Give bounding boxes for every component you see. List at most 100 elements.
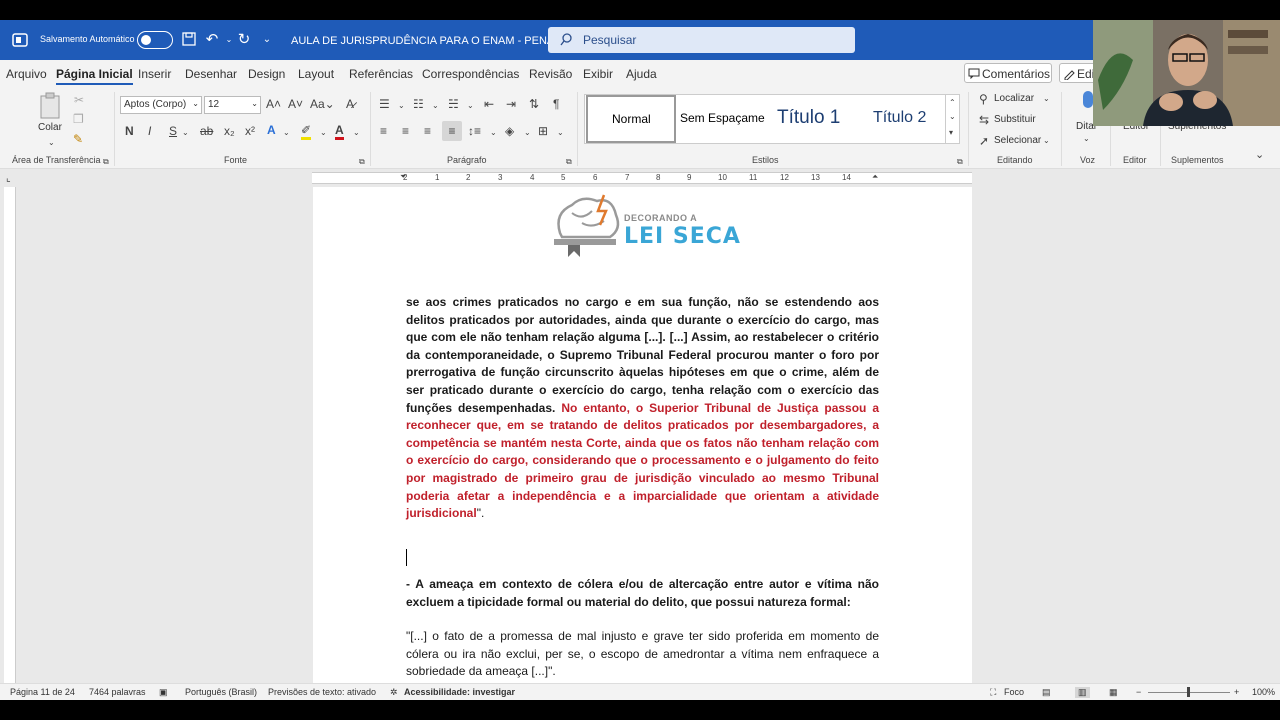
word-app-icon[interactable] xyxy=(12,32,28,48)
bullets-icon[interactable]: ☰ xyxy=(379,97,390,111)
text-predictions-status[interactable]: Previsões de texto: ativado xyxy=(268,687,376,697)
zoom-level[interactable]: 100% xyxy=(1252,687,1275,697)
cut-icon[interactable]: ✂ xyxy=(74,93,84,107)
shrink-font-icon[interactable]: A˅ xyxy=(288,97,303,111)
language-status[interactable]: Português (Brasil) xyxy=(185,687,257,697)
redo-icon[interactable]: ↻ xyxy=(235,31,253,49)
customize-toolbar-icon[interactable]: ⌄ xyxy=(258,31,276,49)
strikethrough-icon[interactable]: ab xyxy=(200,124,213,138)
borders-icon[interactable]: ⊞ xyxy=(538,124,548,138)
grow-font-icon[interactable]: A˄ xyxy=(266,97,281,111)
tab-arquivo[interactable]: Arquivo xyxy=(6,67,47,81)
paragraph-quote[interactable]: "[...] o fato de a promessa de mal injus… xyxy=(406,628,879,681)
tab-referencias[interactable]: Referências xyxy=(349,67,413,81)
save-icon[interactable] xyxy=(180,31,198,49)
highlight-icon[interactable]: ✐ xyxy=(301,123,312,140)
zoom-slider-thumb[interactable] xyxy=(1187,687,1190,697)
superscript-icon[interactable]: x² xyxy=(245,124,255,138)
right-indent-marker-icon[interactable]: ⏶ xyxy=(872,170,878,184)
subscript-icon[interactable]: x₂ xyxy=(224,124,235,138)
expand-gallery-icon[interactable]: ▾ xyxy=(949,126,953,140)
chevron-up-icon[interactable]: ⌃ xyxy=(949,96,956,110)
print-layout-icon[interactable]: ▥ xyxy=(1075,687,1090,698)
font-color-dropdown-icon[interactable]: ⌄ xyxy=(353,126,360,140)
style-heading2[interactable]: Título 2 xyxy=(861,95,945,143)
collapse-ribbon-icon[interactable]: ⌄ xyxy=(1255,148,1264,162)
multilevel-dropdown-icon[interactable]: ⌄ xyxy=(467,99,474,113)
change-case-icon[interactable]: Aa⌄ xyxy=(310,97,335,111)
tab-layout[interactable]: Layout xyxy=(298,67,334,81)
zoom-in-icon[interactable]: + xyxy=(1234,687,1239,697)
multilevel-list-icon[interactable]: ☵ xyxy=(448,97,459,111)
page-count[interactable]: Página 11 de 24 xyxy=(10,687,75,697)
show-formatting-icon[interactable]: ¶ xyxy=(553,97,559,111)
document-title[interactable]: AULA DE JURISPRUDÊNCIA PARA O ENAM - PEN… xyxy=(291,34,572,47)
line-spacing-dropdown-icon[interactable]: ⌄ xyxy=(490,126,497,140)
shading-dropdown-icon[interactable]: ⌄ xyxy=(524,126,531,140)
tab-inserir[interactable]: Inserir xyxy=(138,67,171,81)
web-layout-icon[interactable]: ▦ xyxy=(1109,687,1118,698)
justify-icon[interactable]: ≡ xyxy=(442,121,462,141)
decrease-indent-icon[interactable]: ⇤ xyxy=(484,97,494,111)
indent-marker-icon[interactable]: ⏷ xyxy=(400,170,406,184)
copy-icon[interactable]: ❐ xyxy=(73,112,84,126)
paste-icon[interactable] xyxy=(38,92,64,122)
increase-indent-icon[interactable]: ⇥ xyxy=(506,97,516,111)
clear-formatting-icon[interactable]: A̷ xyxy=(346,97,354,111)
style-heading1[interactable]: Título 1 xyxy=(769,95,859,143)
text-effects-dropdown-icon[interactable]: ⌄ xyxy=(283,126,290,140)
font-color-icon[interactable]: A xyxy=(335,123,344,140)
accessibility-status[interactable]: Acessibilidade: investigar xyxy=(404,687,515,697)
search-box[interactable]: Pesquisar xyxy=(548,27,855,53)
autosave-toggle[interactable] xyxy=(137,31,173,49)
bold-button[interactable]: N xyxy=(125,124,134,138)
underline-button[interactable]: S xyxy=(169,124,177,138)
tab-desenhar[interactable]: Desenhar xyxy=(185,67,237,81)
proofing-icon[interactable]: ▣ xyxy=(159,687,168,698)
align-right-icon[interactable]: ≡ xyxy=(424,124,431,138)
tab-exibir[interactable]: Exibir xyxy=(583,67,613,81)
style-normal[interactable]: Normal xyxy=(586,95,676,143)
comments-button[interactable]: Comentários xyxy=(964,63,1052,83)
clipboard-launcher-icon[interactable]: ⧉ xyxy=(103,155,109,169)
horizontal-ruler[interactable]: 2 1 2 3 4 5 6 7 8 9 10 11 12 13 14 ⏷ ⏶ xyxy=(312,172,972,184)
dictate-dropdown-icon[interactable]: ⌄ xyxy=(1083,132,1090,146)
focus-mode-button[interactable]: Foco xyxy=(1004,687,1024,697)
read-mode-icon[interactable]: ▤ xyxy=(1042,687,1051,698)
borders-dropdown-icon[interactable]: ⌄ xyxy=(557,126,564,140)
tab-selector-icon[interactable]: ⌞ xyxy=(6,172,11,186)
bullets-dropdown-icon[interactable]: ⌄ xyxy=(398,99,405,113)
align-center-icon[interactable]: ≡ xyxy=(402,124,409,138)
tab-ajuda[interactable]: Ajuda xyxy=(626,67,657,81)
shading-icon[interactable]: ◈ xyxy=(505,124,514,138)
tab-correspondencias[interactable]: Correspondências xyxy=(422,67,519,81)
numbering-icon[interactable]: ☷ xyxy=(413,97,424,111)
text-effects-icon[interactable]: A xyxy=(267,123,276,137)
paragraph-citation[interactable]: se aos crimes praticados no cargo e em s… xyxy=(406,294,879,523)
align-left-icon[interactable]: ≡ xyxy=(380,124,387,138)
numbering-dropdown-icon[interactable]: ⌄ xyxy=(432,99,439,113)
tab-revisao[interactable]: Revisão xyxy=(529,67,572,81)
font-name-box[interactable]: Aptos (Corpo) ⌄ xyxy=(120,96,202,114)
format-painter-icon[interactable]: ✎ xyxy=(73,132,83,146)
word-count[interactable]: 7464 palavras xyxy=(89,687,146,697)
chevron-down-icon[interactable]: ⌄ xyxy=(949,110,956,124)
paste-dropdown-icon[interactable]: ⌄ xyxy=(48,136,55,150)
paragraph-topic[interactable]: - A ameaça em contexto de cólera e/ou de… xyxy=(406,576,879,611)
line-spacing-icon[interactable]: ↕≡ xyxy=(468,124,481,138)
vertical-ruler[interactable] xyxy=(4,187,16,683)
zoom-out-icon[interactable]: − xyxy=(1136,687,1141,697)
styles-scroll[interactable]: ⌃ ⌄ ▾ xyxy=(945,94,959,144)
tab-design[interactable]: Design xyxy=(248,67,285,81)
font-launcher-icon[interactable]: ⧉ xyxy=(359,155,365,169)
highlight-dropdown-icon[interactable]: ⌄ xyxy=(320,126,327,140)
undo-icon[interactable]: ↶ xyxy=(203,31,221,49)
font-size-box[interactable]: 12 ⌄ xyxy=(204,96,261,114)
sort-icon[interactable]: ⇅ xyxy=(529,97,539,111)
italic-button[interactable]: I xyxy=(148,124,151,138)
underline-dropdown-icon[interactable]: ⌄ xyxy=(182,126,189,140)
tab-pagina-inicial[interactable]: Página Inicial xyxy=(56,67,133,85)
document-page[interactable]: DECORANDO A LEI SECA se aos crimes prati… xyxy=(313,187,972,683)
style-no-spacing[interactable]: Sem Espaçame xyxy=(677,95,767,143)
paragraph-launcher-icon[interactable]: ⧉ xyxy=(566,155,572,169)
